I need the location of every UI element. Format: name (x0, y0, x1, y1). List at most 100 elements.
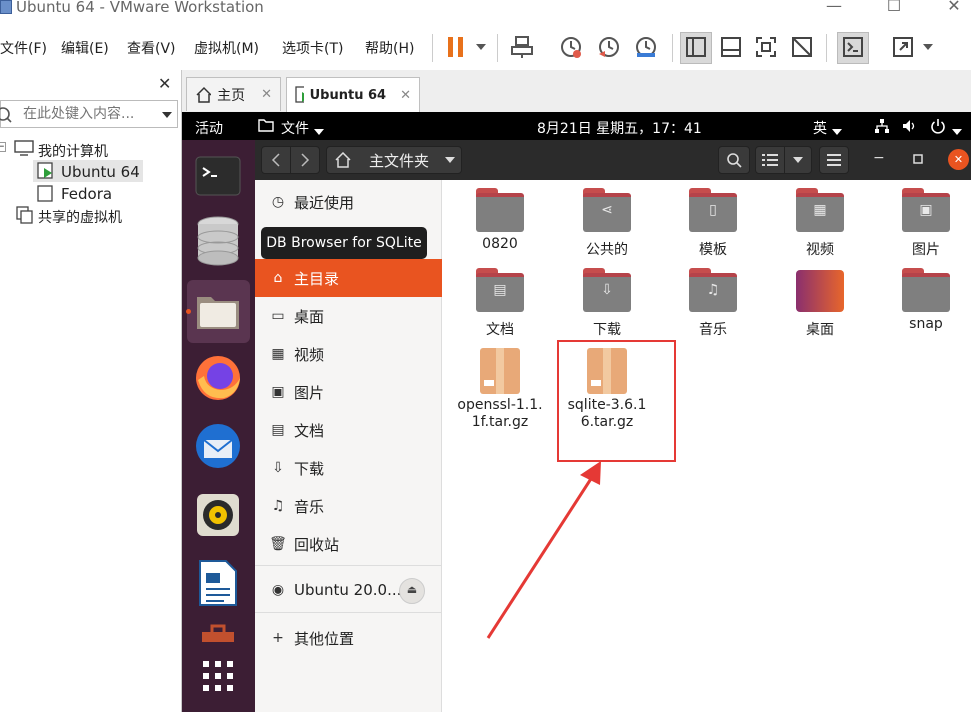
tab-home[interactable]: 主页 ✕ (186, 77, 281, 111)
back-button[interactable] (261, 146, 291, 174)
chevron-down-icon[interactable] (161, 111, 173, 119)
power-icon[interactable] (930, 118, 946, 138)
desktop-icon: ▭ (271, 308, 285, 324)
download-folder-icon[interactable]: ⇩ (583, 268, 631, 312)
sidebar-item-label: 音乐 (294, 497, 325, 516)
chevron-down-icon[interactable] (832, 123, 842, 139)
location-bar[interactable]: 主文件夹 (326, 146, 462, 174)
db-browser-sqlite-icon[interactable] (192, 215, 244, 267)
folder-icon[interactable] (476, 188, 524, 232)
tree-shared-vms[interactable]: 共享的虚拟机 (38, 207, 122, 227)
sidebar-item-desktop[interactable]: ▭ 桌面 (255, 297, 442, 335)
clock[interactable]: 8月21日 星期五，17：41 (537, 118, 702, 138)
template-folder-icon[interactable]: ▯ (689, 188, 737, 232)
software-center-icon[interactable] (192, 620, 244, 644)
sidebar-item-home[interactable]: ⌂ 主目录 (255, 259, 442, 297)
close-library-icon[interactable]: ✕ (158, 74, 171, 93)
tab-ubuntu-64[interactable]: Ubuntu 64 ✕ (286, 77, 420, 112)
sidebar-item-music[interactable]: ♫ 音乐 (255, 487, 442, 525)
library-search-box[interactable] (0, 100, 178, 128)
sidebar-item-videos[interactable]: ▦ 视频 (255, 335, 442, 373)
app-menu-files[interactable]: 文件 (281, 118, 309, 138)
archive-icon[interactable] (480, 348, 520, 394)
chevron-down-icon[interactable] (314, 123, 324, 139)
library-search-input[interactable] (21, 104, 151, 124)
desktop-folder-icon[interactable] (796, 270, 844, 312)
revert-snapshot-icon[interactable] (596, 34, 622, 60)
volume-icon[interactable] (902, 118, 918, 138)
snapshot-icon[interactable] (558, 34, 584, 60)
thunderbird-icon[interactable] (192, 420, 244, 472)
minimize-icon[interactable]: — (814, 0, 854, 15)
sidebar-item-label: 回收站 (294, 535, 340, 554)
tree-collapse-icon[interactable]: − (0, 142, 6, 152)
menu-edit[interactable]: 编辑(E) (61, 38, 109, 58)
file-label: 公共的 (586, 242, 628, 258)
video-folder-icon[interactable]: ▦ (796, 188, 844, 232)
minimize-window-icon[interactable]: − (873, 150, 885, 166)
thumbnail-bar-icon[interactable] (718, 34, 744, 60)
stretch-guest-icon[interactable] (890, 34, 916, 60)
picture-folder-icon[interactable]: ▣ (902, 188, 950, 232)
search-icon (727, 153, 742, 168)
search-button[interactable] (718, 146, 750, 174)
home-icon (335, 152, 351, 168)
libreoffice-writer-icon[interactable] (192, 557, 244, 609)
close-tab-icon[interactable]: ✕ (261, 87, 272, 102)
file-label: 0820 (482, 236, 518, 252)
tree-vm-fedora[interactable]: Fedora (61, 185, 112, 203)
share-folder-icon[interactable]: ⋖ (583, 188, 631, 232)
terminal-icon[interactable] (192, 150, 244, 202)
console-view-icon[interactable] (840, 34, 866, 60)
sidebar-item-other-locations[interactable]: + 其他位置 (255, 619, 442, 657)
tab-label: 主页 (217, 87, 246, 104)
tree-vm-ubuntu[interactable]: Ubuntu 64 (61, 163, 140, 181)
hamburger-icon (827, 154, 841, 166)
menu-help[interactable]: 帮助(H) (365, 38, 414, 58)
chevron-down-icon[interactable] (915, 34, 941, 60)
image-icon: ▣ (271, 384, 285, 400)
send-ctrl-alt-del-icon[interactable] (509, 34, 535, 60)
sidebar-item-downloads[interactable]: ⇩ 下载 (255, 449, 442, 487)
sidebar-item-trash[interactable]: 🗑 回收站 (255, 525, 442, 563)
tree-my-computer[interactable]: 我的计算机 (38, 141, 108, 161)
eject-icon[interactable]: ⏏ (399, 578, 425, 604)
document-folder-icon[interactable]: ▤ (476, 268, 524, 312)
unity-mode-icon[interactable] (789, 34, 815, 60)
close-icon[interactable]: ✕ (934, 0, 971, 15)
view-list-button[interactable] (755, 146, 785, 174)
close-tab-icon[interactable]: ✕ (400, 88, 411, 103)
view-options-button[interactable] (784, 146, 812, 174)
snapshot-manager-icon[interactable] (633, 34, 659, 60)
network-icon[interactable] (874, 118, 890, 138)
menu-tabs[interactable]: 选项卡(T) (282, 38, 343, 58)
home-icon (196, 86, 212, 103)
sidebar-item-recent[interactable]: ◷ 最近使用 (255, 183, 442, 221)
full-screen-icon[interactable] (753, 34, 779, 60)
menu-vm[interactable]: 虚拟机(M) (194, 38, 259, 58)
chevron-down-icon[interactable] (468, 34, 494, 60)
chevron-down-icon[interactable] (952, 123, 962, 139)
firefox-icon[interactable] (192, 352, 244, 404)
ubuntu-top-bar: 活动 文件 8月21日 星期五，17：41 英 (182, 112, 971, 140)
show-applications-icon[interactable] (192, 654, 244, 698)
maximize-icon[interactable]: ☐ (874, 0, 914, 15)
folder-icon[interactable] (902, 268, 950, 312)
menu-view[interactable]: 查看(V) (127, 38, 176, 58)
document-icon: ▤ (271, 422, 285, 438)
film-icon: ▦ (271, 346, 285, 362)
rhythmbox-icon[interactable] (192, 489, 244, 541)
show-library-icon[interactable] (683, 34, 709, 60)
close-window-icon[interactable]: ✕ (948, 149, 969, 170)
sidebar-item-pictures[interactable]: ▣ 图片 (255, 373, 442, 411)
activities-button[interactable]: 活动 (195, 118, 223, 138)
pause-icon[interactable] (443, 34, 469, 60)
forward-button[interactable] (290, 146, 320, 174)
music-folder-icon[interactable]: ♫ (689, 268, 737, 312)
input-method-indicator[interactable]: 英 (813, 118, 827, 138)
maximize-window-icon[interactable] (913, 152, 923, 168)
files-icon[interactable] (192, 285, 244, 337)
sidebar-item-documents[interactable]: ▤ 文档 (255, 411, 442, 449)
menu-button[interactable] (819, 146, 849, 174)
menu-file[interactable]: 文件(F) (0, 38, 47, 58)
